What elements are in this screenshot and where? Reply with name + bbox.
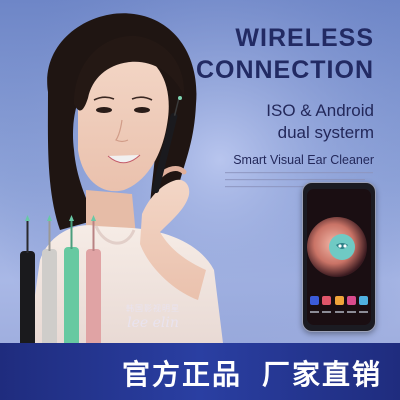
banner-authentic-text: 官方正品 bbox=[122, 358, 243, 391]
tagline: Smart Visual Ear Cleaner bbox=[233, 153, 374, 167]
headline-line2: CONNECTION bbox=[195, 56, 374, 84]
watermark: 韩国影视明星 lee elin bbox=[126, 303, 180, 331]
app-label-row bbox=[310, 311, 368, 313]
subhead: ISO & Android dual systerm bbox=[266, 100, 374, 144]
bottom-banner: 官方正品 厂家直销 bbox=[0, 343, 400, 400]
headline: WIRELESS CONNECTION bbox=[196, 22, 374, 86]
product-ad: WIRELESS CONNECTION ISO & Android dual s… bbox=[0, 0, 400, 400]
app-icon[interactable] bbox=[346, 296, 356, 305]
subhead-line2: dual systerm bbox=[277, 123, 374, 142]
watermark-cn: 韩国影视明星 bbox=[126, 304, 180, 313]
app-icon-row bbox=[310, 296, 368, 305]
phone-screen bbox=[307, 189, 371, 325]
headline-line1: WIRELESS bbox=[235, 24, 374, 52]
watermark-en: lee elin bbox=[127, 315, 179, 331]
phone-mockup bbox=[302, 182, 376, 332]
app-icon[interactable] bbox=[310, 296, 319, 305]
subhead-line1: ISO & Android bbox=[266, 101, 374, 120]
app-icon[interactable] bbox=[334, 296, 344, 305]
banner-direct-sale-text: 厂家直销 bbox=[262, 358, 383, 391]
app-icon[interactable] bbox=[359, 296, 368, 305]
app-icon[interactable] bbox=[322, 296, 332, 305]
